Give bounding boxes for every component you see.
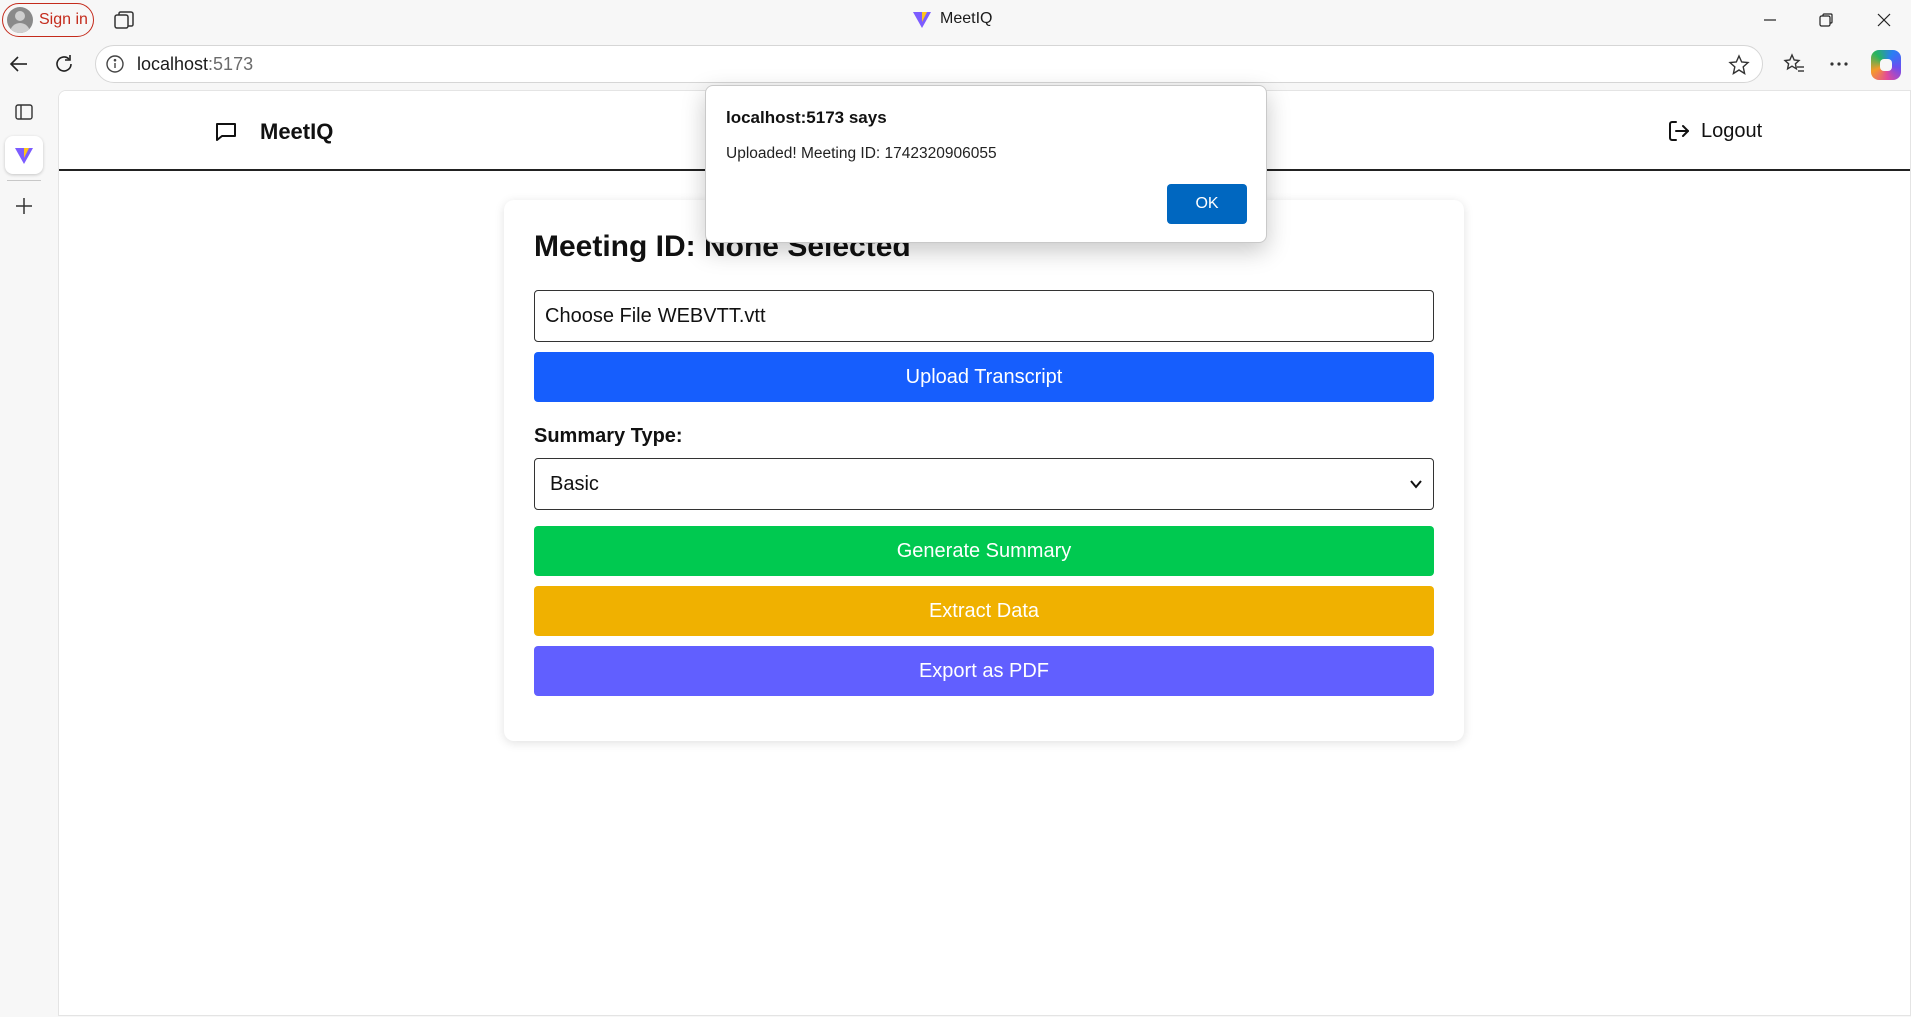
vite-logo-icon <box>15 148 33 164</box>
profile-icon <box>7 7 33 33</box>
more-button[interactable] <box>1825 50 1853 78</box>
vite-logo-icon <box>913 12 931 28</box>
browser-title-bar: Sign in MeetIQ <box>0 0 1911 40</box>
summary-type-select[interactable]: Basic <box>534 458 1434 510</box>
upload-transcript-button[interactable]: Upload Transcript <box>534 352 1434 402</box>
more-icon <box>1830 62 1848 66</box>
vertical-tabs-sidebar <box>0 88 48 1017</box>
selected-filename: WEBVTT.vtt <box>657 304 766 327</box>
restore-button[interactable] <box>1804 6 1848 34</box>
minimize-button[interactable] <box>1748 6 1792 34</box>
alert-dialog: localhost:5173 says Uploaded! Meeting ID… <box>705 85 1267 243</box>
logout-label: Logout <box>1701 119 1763 142</box>
tab-actions-icon[interactable] <box>113 10 135 30</box>
meeting-card: Meeting ID: None Selected Choose File WE… <box>504 200 1464 741</box>
close-icon <box>1877 13 1891 27</box>
browser-toolbar: localhost:5173 <box>0 40 1911 88</box>
new-tab-button[interactable] <box>10 192 38 220</box>
active-tab-meetiq[interactable] <box>5 136 43 174</box>
address-bar[interactable]: localhost:5173 <box>95 45 1763 83</box>
chat-bubble-icon <box>216 123 236 141</box>
site-info-icon[interactable] <box>105 54 125 74</box>
chevron-down-icon <box>1410 480 1422 489</box>
favorites-button[interactable] <box>1780 50 1808 78</box>
minimize-icon <box>1764 19 1776 21</box>
new-tab-plus-icon <box>16 198 32 214</box>
sign-in-label: Sign in <box>39 11 88 28</box>
dialog-message: Uploaded! Meeting ID: 1742320906055 <box>726 145 997 162</box>
favorites-icon <box>1783 53 1804 72</box>
choose-file-button[interactable]: Choose File <box>545 305 652 328</box>
back-button[interactable] <box>5 50 33 78</box>
address-url: localhost:5173 <box>137 54 253 75</box>
favorite-star-icon[interactable] <box>1728 54 1750 76</box>
generate-summary-button[interactable]: Generate Summary <box>534 526 1434 576</box>
sign-in-button[interactable]: Sign in <box>2 3 94 37</box>
sidebar-divider <box>7 180 41 181</box>
window-title: MeetIQ <box>912 9 992 29</box>
summary-type-label: Summary Type: <box>534 425 683 447</box>
window-title-text: MeetIQ <box>940 10 993 27</box>
transcript-file-input[interactable]: Choose File WEBVTT.vtt <box>534 290 1434 342</box>
summary-type-value: Basic <box>550 472 599 495</box>
dialog-title: localhost:5173 says <box>726 108 887 127</box>
logout-button[interactable]: Logout <box>1667 119 1762 143</box>
refresh-button[interactable] <box>50 50 78 78</box>
url-port: :5173 <box>208 53 254 74</box>
extract-data-button[interactable]: Extract Data <box>534 586 1434 636</box>
url-host: localhost <box>137 53 209 74</box>
sidebar-panel-icon <box>15 104 33 120</box>
refresh-icon <box>56 55 72 72</box>
restore-icon <box>1819 13 1833 27</box>
logout-icon <box>1669 121 1689 141</box>
dialog-ok-button[interactable]: OK <box>1167 184 1247 224</box>
brand[interactable]: MeetIQ <box>214 119 333 145</box>
sidebar-panel-button[interactable] <box>10 98 38 126</box>
close-window-button[interactable] <box>1862 6 1906 34</box>
copilot-icon[interactable] <box>1871 50 1901 80</box>
export-pdf-button[interactable]: Export as PDF <box>534 646 1434 696</box>
back-icon <box>9 56 27 72</box>
brand-name: MeetIQ <box>260 119 334 144</box>
